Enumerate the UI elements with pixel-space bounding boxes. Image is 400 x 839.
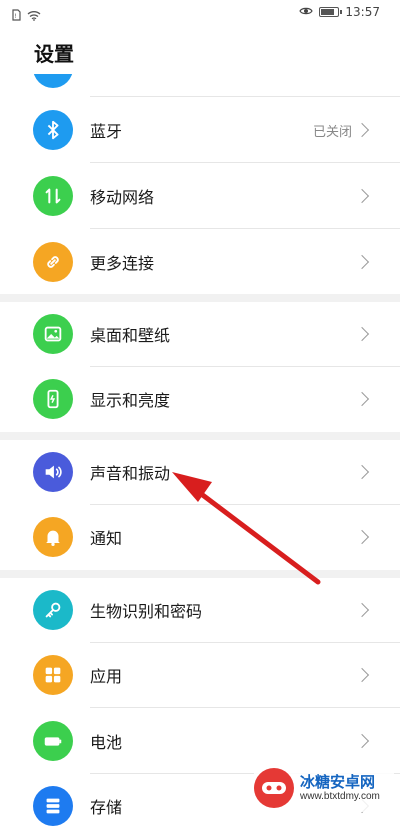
battery-fill: [321, 9, 334, 15]
chevron-right-icon: [354, 122, 370, 138]
watermark-text: 冰糖安卓网 www.btxtdmy.com: [300, 774, 380, 802]
settings-item-label: 存储: [90, 798, 123, 817]
settings-item-biometrics-password[interactable]: 生物识别和密码: [0, 577, 400, 643]
apps-grid-icon: [33, 655, 73, 695]
battery-indicator: [319, 7, 343, 17]
chevron-right-icon: [354, 667, 370, 683]
clock: 13:57: [345, 5, 380, 19]
chevron-right-icon: [354, 254, 370, 270]
settings-item-display-brightness[interactable]: 显示和亮度: [0, 366, 400, 432]
chevron-right-icon: [354, 733, 370, 749]
settings-item-notifications[interactable]: 通知: [0, 504, 400, 570]
previous-item-partial[interactable]: [33, 74, 73, 88]
partial-icon: [33, 74, 73, 88]
bluetooth-icon: [33, 110, 73, 150]
bluetooth-status: 已关闭: [312, 124, 352, 140]
chevron-right-icon: [354, 464, 370, 480]
wifi-icon: [27, 6, 41, 25]
settings-item-mobile-network[interactable]: 移动网络: [0, 163, 400, 229]
settings-item-label: 电池: [90, 733, 123, 752]
display-icon: [33, 379, 73, 419]
settings-item-label: 蓝牙: [90, 122, 123, 141]
settings-item-label: 通知: [90, 529, 123, 548]
settings-item-label: 生物识别和密码: [90, 602, 203, 621]
watermark: 冰糖安卓网 www.btxtdmy.com: [254, 764, 394, 812]
wallpaper-icon: [33, 314, 73, 354]
settings-item-label: 显示和亮度: [90, 391, 171, 410]
status-left: !: [12, 6, 41, 25]
settings-item-label: 更多连接: [90, 254, 155, 273]
settings-item-label: 移动网络: [90, 188, 155, 207]
page-title: 设置: [34, 42, 74, 66]
settings-item-label: 桌面和壁纸: [90, 326, 171, 345]
settings-item-apps[interactable]: 应用: [0, 642, 400, 708]
watermark-logo-icon: [254, 768, 294, 808]
eye-icon: [299, 5, 314, 19]
svg-text:!: !: [15, 13, 17, 20]
sound-icon: [33, 452, 73, 492]
settings-item-label: 声音和振动: [90, 464, 171, 483]
chevron-right-icon: [354, 602, 370, 618]
settings-item-bluetooth[interactable]: 蓝牙 已关闭: [0, 97, 400, 163]
mobile-data-icon: [33, 176, 73, 216]
settings-item-home-wallpaper[interactable]: 桌面和壁纸: [0, 301, 400, 367]
watermark-url: www.btxtdmy.com: [300, 790, 380, 802]
settings-item-more-connections[interactable]: 更多连接: [0, 229, 400, 295]
watermark-name: 冰糖安卓网: [300, 773, 376, 792]
storage-icon: [33, 786, 73, 826]
status-bar: ! 13:57: [0, 0, 400, 28]
chevron-right-icon: [354, 529, 370, 545]
battery-icon: [33, 721, 73, 761]
chevron-right-icon: [354, 391, 370, 407]
chevron-right-icon: [354, 326, 370, 342]
status-right: 13:57: [299, 5, 380, 19]
sim-icon: !: [12, 6, 21, 25]
key-icon: [33, 590, 73, 630]
link-icon: [33, 242, 73, 282]
bell-icon: [33, 517, 73, 557]
chevron-right-icon: [354, 188, 370, 204]
settings-item-sound-vibration[interactable]: 声音和振动: [0, 439, 400, 505]
settings-item-label: 应用: [90, 667, 123, 686]
